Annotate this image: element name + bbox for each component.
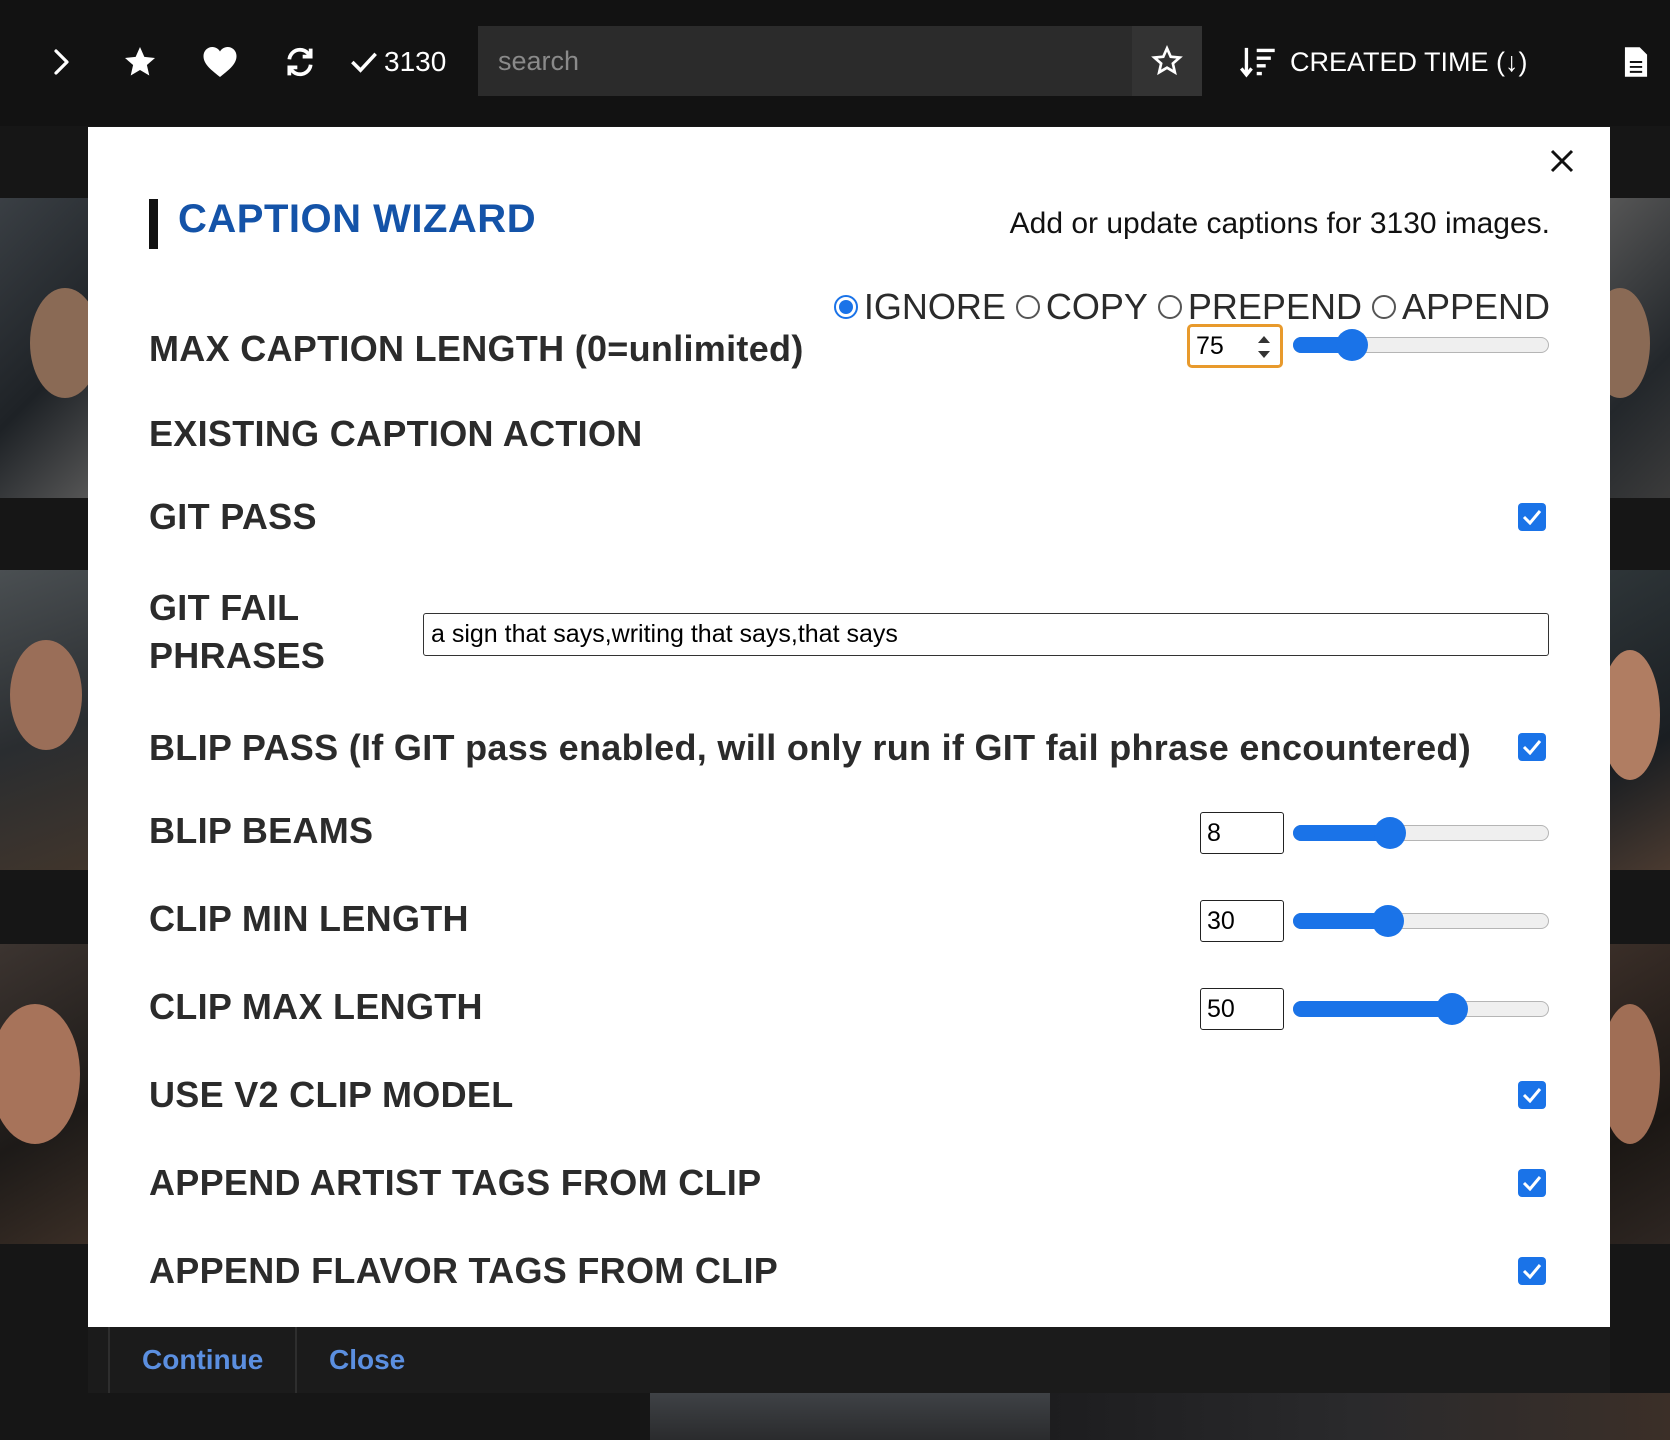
- use-v2-clip-model-checkbox[interactable]: [1518, 1081, 1546, 1109]
- radio-button[interactable]: [833, 295, 858, 319]
- caption-wizard-dialog: CAPTION WIZARD Add or update captions fo…: [88, 127, 1610, 1393]
- gallery-image[interactable]: [0, 570, 88, 870]
- git-fail-phrases-label: GIT FAIL PHRASES: [149, 587, 326, 676]
- sort-descending-icon: [1240, 47, 1275, 78]
- blip-pass-label: BLIP PASS (If GIT pass enabled, will onl…: [149, 727, 1471, 768]
- existing-caption-action-radios: IGNORE COPY PREPEND APPEND: [824, 283, 1550, 331]
- clip-min-length-slider[interactable]: [1293, 901, 1549, 941]
- append-flavor-tags-checkbox[interactable]: [1518, 1257, 1546, 1285]
- search-input[interactable]: [478, 26, 1132, 96]
- radio-button[interactable]: [1371, 295, 1396, 319]
- continue-button[interactable]: Continue: [142, 1327, 263, 1393]
- radio-copy[interactable]: COPY: [1006, 286, 1148, 328]
- gallery-image[interactable]: [1610, 570, 1670, 870]
- slider-thumb[interactable]: [1336, 329, 1368, 361]
- blip-beams-input[interactable]: 8: [1200, 812, 1284, 854]
- clip-max-length-label: CLIP MAX LENGTH: [149, 986, 483, 1027]
- checkmark-icon: [1522, 740, 1542, 755]
- sort-label: CREATED TIME (↓): [1290, 46, 1528, 77]
- gallery-image[interactable]: [0, 198, 88, 498]
- sort-button[interactable]: CREATED TIME (↓): [1240, 42, 1528, 82]
- gallery-image[interactable]: [1050, 1393, 1670, 1440]
- clip-min-length-input[interactable]: 30: [1200, 900, 1284, 942]
- clip-min-length-value: 30: [1207, 906, 1235, 935]
- slider-thumb[interactable]: [1436, 993, 1468, 1025]
- blip-pass-checkbox[interactable]: [1518, 733, 1546, 761]
- checkmark-icon: [1522, 1176, 1542, 1191]
- git-pass-label: GIT PASS: [149, 496, 317, 537]
- refresh-icon[interactable]: [280, 42, 320, 82]
- existing-caption-action-label: EXISTING CAPTION ACTION: [149, 413, 643, 454]
- checkmark-icon: [1522, 1088, 1542, 1103]
- blip-beams-slider[interactable]: [1293, 813, 1549, 853]
- gallery-image[interactable]: [1610, 198, 1670, 498]
- gallery-image[interactable]: [1610, 944, 1670, 1244]
- clip-max-length-input[interactable]: 50: [1200, 988, 1284, 1030]
- selection-count[interactable]: 3130: [350, 44, 446, 80]
- max-caption-length-label: MAX CAPTION LENGTH (0=unlimited): [149, 328, 804, 369]
- star-outline-icon: [1151, 45, 1183, 76]
- max-caption-length-slider[interactable]: [1293, 325, 1549, 365]
- document-icon[interactable]: [1618, 44, 1654, 80]
- radio-prepend[interactable]: PREPEND: [1148, 286, 1362, 328]
- radio-ignore[interactable]: IGNORE: [824, 286, 1006, 328]
- heart-icon[interactable]: [200, 42, 240, 82]
- dialog-subtitle: Add or update captions for 3130 images.: [1009, 207, 1550, 240]
- search-bar: [478, 26, 1202, 96]
- append-artist-tags-label: APPEND ARTIST TAGS FROM CLIP: [149, 1162, 762, 1203]
- top-toolbar: 3130 CREATED TIME (↓): [0, 0, 1670, 126]
- title-accent-bar: [149, 199, 158, 249]
- radio-button[interactable]: [1157, 295, 1182, 319]
- check-icon: [351, 52, 377, 73]
- git-fail-phrases-input[interactable]: [423, 613, 1549, 656]
- use-v2-clip-model-label: USE V2 CLIP MODEL: [149, 1074, 514, 1115]
- chevron-right-icon[interactable]: [42, 42, 82, 82]
- star-icon[interactable]: [120, 42, 160, 82]
- append-artist-tags-checkbox[interactable]: [1518, 1169, 1546, 1197]
- close-icon[interactable]: [1540, 139, 1584, 183]
- close-button[interactable]: Close: [329, 1327, 405, 1393]
- blip-beams-value: 8: [1207, 818, 1221, 847]
- checkmark-icon: [1522, 1264, 1542, 1279]
- blip-beams-label: BLIP BEAMS: [149, 810, 374, 851]
- slider-thumb[interactable]: [1372, 905, 1404, 937]
- clip-max-length-value: 50: [1207, 994, 1235, 1023]
- slider-thumb[interactable]: [1374, 817, 1406, 849]
- max-caption-length-value: 75: [1196, 331, 1224, 360]
- git-pass-checkbox[interactable]: [1518, 503, 1546, 531]
- favorite-search-button[interactable]: [1132, 26, 1202, 96]
- clip-max-length-slider[interactable]: [1293, 989, 1549, 1029]
- clip-min-length-label: CLIP MIN LENGTH: [149, 898, 469, 939]
- footer-divider: [108, 1327, 110, 1393]
- radio-button[interactable]: [1015, 295, 1040, 319]
- stepper-arrows[interactable]: [1256, 333, 1272, 361]
- count-value: 3130: [384, 46, 447, 77]
- dialog-title: CAPTION WIZARD: [178, 197, 537, 241]
- dialog-footer: Continue Close: [88, 1327, 1610, 1393]
- footer-divider: [295, 1327, 297, 1393]
- gallery-image[interactable]: [0, 944, 88, 1244]
- checkmark-icon: [1522, 510, 1542, 525]
- radio-append[interactable]: APPEND: [1362, 286, 1550, 328]
- append-flavor-tags-label: APPEND FLAVOR TAGS FROM CLIP: [149, 1250, 779, 1291]
- gallery-image[interactable]: [650, 1393, 1050, 1440]
